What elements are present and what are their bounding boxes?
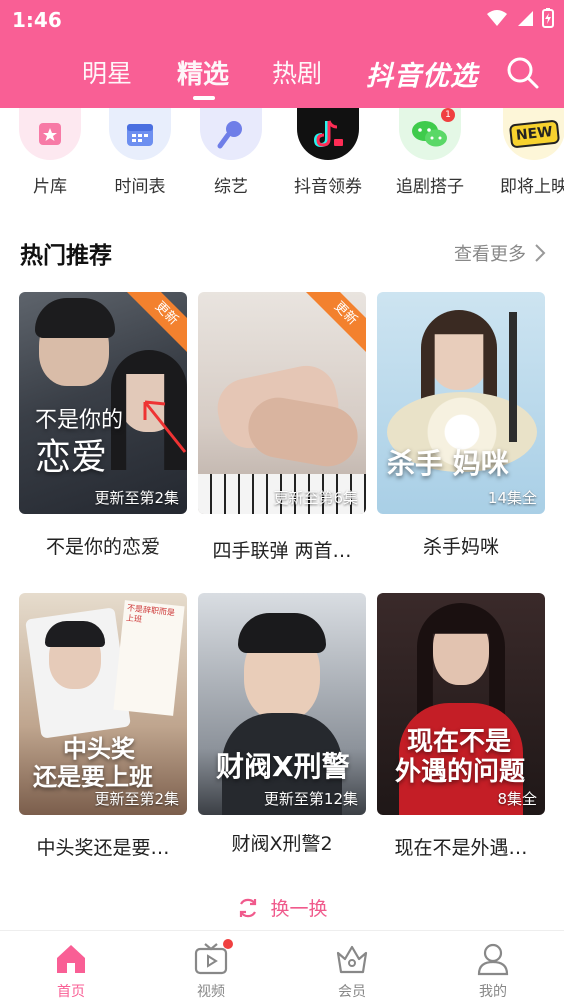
poster-image: 现在不是 外遇的问题 8集全 [377,593,545,815]
section-title: 热门推荐 [20,243,112,269]
shortcut-row: 片库 时间表 综艺 抖音领券 1 追剧搭子 NEW 即将上映 [0,108,564,198]
red-arrow-annotation [143,400,187,453]
top-nav: 明星 精选 热剧 [0,48,564,100]
episode-caption: 8集全 [497,790,537,808]
tab-hot-dramas[interactable]: 热剧 [272,54,322,90]
nav-home[interactable]: 首页 [31,941,111,1001]
poster-image: 更新 更新至第6集 [198,292,366,514]
poster-title-art: 财阀X刑警 [216,750,350,783]
poster-figure-hair [45,621,105,647]
nav-membership[interactable]: 会员 [312,941,392,1001]
poster-figure-hair [35,298,115,338]
poster-lottery-ticket: 不是辞职而是上班 [113,600,185,716]
poster-image: 不是辞职而是上班 中头奖 还是要上班 更新至第2集 [19,593,187,815]
nav-profile[interactable]: 我的 [453,941,533,1001]
poster-rifle [509,312,517,442]
drama-card[interactable]: 杀手 妈咪 14集全 杀手妈咪 [377,292,545,559]
nav-video[interactable]: 视频 [171,939,251,1001]
poster-title-art: 外遇的问题 [395,757,526,787]
search-button[interactable] [506,56,540,90]
card-title: 中头奖还是要… [36,837,170,859]
episode-caption: 更新至第2集 [94,790,179,808]
bottom-nav: 首页 视频 会员 我的 [0,930,564,1004]
douyin-coupon-icon [297,108,359,160]
notification-dot [223,939,233,949]
shortcut-schedule[interactable]: 时间表 [92,108,188,197]
episode-caption: 更新至第6集 [273,489,358,507]
drama-card[interactable]: 更新 更新至第6集 四手联弹 两首… [198,292,366,563]
shortcut-label: 时间表 [114,177,166,197]
refresh-label: 换一换 [270,898,328,920]
update-ribbon: 更新 [127,292,187,353]
see-more-label: 查看更多 [454,244,526,265]
status-bar: 1:46 [0,0,564,40]
card-title: 财阀X刑警2 [231,833,333,855]
poster-title-art: 恋爱 [35,437,108,478]
refresh-icon [240,898,257,917]
drama-card[interactable]: 财阀X刑警 更新至第12集 财阀X刑警2 [198,593,366,856]
poster-tag-text: 不是辞职而是上班 [125,603,176,625]
card-title: 杀手妈咪 [422,536,499,558]
episode-caption: 更新至第2集 [94,489,179,507]
new-badge-icon: NEW [503,108,564,160]
refresh-button[interactable]: 换一换 [0,894,564,921]
poster-figure-hair [238,613,326,653]
microphone-icon [200,108,262,160]
update-ribbon: 更新 [306,292,366,353]
wifi-icon [487,10,507,26]
shortcut-label: 即将上映 [500,177,564,197]
film-library-icon [19,108,81,160]
douyin-youxuan-logo[interactable]: 抖音优选 [366,54,478,93]
signal-icon [518,11,533,26]
tab-featured[interactable]: 精选 [177,54,229,91]
home-icon [53,941,89,977]
shortcut-label: 片库 [33,177,67,197]
shortcut-label: 综艺 [214,177,248,197]
poster-image: 财阀X刑警 更新至第12集 [198,593,366,815]
shortcut-label: 追剧搭子 [396,177,464,197]
battery-icon [542,8,554,28]
chevron-right-icon [535,244,546,262]
wechat-chat-icon: 1 [399,108,461,160]
new-badge-text: NEW [508,119,560,149]
person-icon [475,941,511,977]
status-time: 1:46 [12,8,62,32]
app-header: 1:46 明星 精选 热剧 抖音优选 [0,0,564,108]
poster-hands [243,392,363,472]
episode-caption: 更新至第12集 [263,790,358,808]
episode-caption: 14集全 [487,489,537,507]
poster-image: 不是你的 恋爱 更新 更新至第2集 [19,292,187,514]
shortcut-coming-soon[interactable]: NEW 即将上映 [486,108,564,197]
nav-label: 会员 [338,984,366,1000]
nav-label: 首页 [57,984,85,1000]
nav-label: 我的 [479,984,507,1000]
shortcut-douyin-coupon[interactable]: 抖音领券 [280,108,376,197]
drama-card[interactable]: 不是你的 恋爱 更新 更新至第2集 不是你的恋爱 [19,292,187,559]
poster-title-art: 杀手 妈咪 [387,447,509,480]
see-more-link[interactable]: 查看更多 [454,240,546,266]
status-icons [486,8,554,28]
drama-card[interactable]: 现在不是 外遇的问题 8集全 现在不是外遇… [377,593,545,860]
active-tab-indicator [193,96,215,100]
search-icon [507,57,539,89]
poster-image: 杀手 妈咪 14集全 [377,292,545,514]
shortcut-label: 抖音领券 [294,177,362,197]
card-title: 现在不是外遇… [394,837,528,859]
drama-card[interactable]: 不是辞职而是上班 中头奖 还是要上班 更新至第2集 中头奖还是要… [19,593,187,860]
tab-stars[interactable]: 明星 [82,54,132,90]
shortcut-film-library[interactable]: 片库 [2,108,98,197]
tv-icon [193,939,233,977]
nav-label: 视频 [197,984,225,1000]
calendar-icon [109,108,171,160]
crown-icon [334,941,370,977]
notification-badge: 1 [441,108,455,122]
card-title: 不是你的恋爱 [45,536,160,558]
shortcut-variety[interactable]: 综艺 [183,108,279,197]
poster-title-art: 还是要上班 [33,763,153,791]
card-title: 四手联弹 两首… [212,540,352,562]
shortcut-drama-buddy[interactable]: 1 追剧搭子 [382,108,478,197]
